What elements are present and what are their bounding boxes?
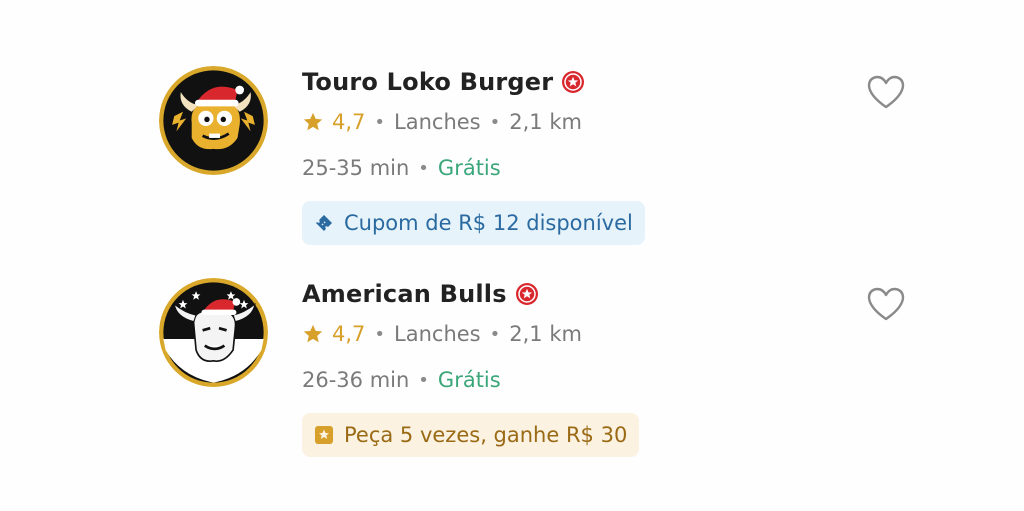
delivery-info: 25-35 min • Grátis	[302, 152, 645, 184]
touro-loko-logo	[159, 66, 268, 175]
separator-dot: •	[489, 323, 501, 345]
separator-dot: •	[418, 157, 429, 179]
restaurant-meta: 4,7 • Lanches • 2,1 km	[302, 318, 639, 350]
restaurant-meta: 4,7 • Lanches • 2,1 km	[302, 106, 645, 138]
star-icon	[302, 323, 324, 345]
loyalty-star-icon	[314, 425, 334, 445]
restaurant-list: Touro Loko Burger 4,7 • Lanches • 2,1 km…	[0, 0, 1024, 511]
delivery-fee: Grátis	[437, 156, 501, 180]
super-restaurant-badge-icon	[561, 70, 585, 94]
delivery-info: 26-36 min • Grátis	[302, 364, 639, 396]
category-label: Lanches	[394, 110, 481, 134]
category-label: Lanches	[394, 322, 481, 346]
distance-label: 2,1 km	[509, 110, 582, 134]
restaurant-card[interactable]: Touro Loko Burger 4,7 • Lanches • 2,1 km…	[0, 0, 1024, 245]
delivery-fee: Grátis	[437, 368, 501, 392]
loyalty-badge[interactable]: Peça 5 vezes, ganhe R$ 30	[302, 413, 640, 457]
restaurant-name[interactable]: American Bulls	[302, 280, 507, 308]
distance-label: 2,1 km	[509, 322, 582, 346]
restaurant-name[interactable]: Touro Loko Burger	[302, 68, 553, 96]
rating-value: 4,7	[332, 110, 366, 134]
delivery-time: 25-35 min	[302, 156, 410, 180]
rating-value: 4,7	[332, 322, 366, 346]
separator-dot: •	[374, 323, 386, 345]
restaurant-card[interactable]: American Bulls 4,7 • Lanches • 2,1 km 26…	[0, 212, 1024, 457]
american-bulls-logo	[159, 278, 268, 387]
super-restaurant-badge-icon	[515, 282, 539, 306]
favorite-heart-icon[interactable]	[866, 74, 906, 110]
delivery-time: 26-36 min	[302, 368, 410, 392]
loyalty-text: Peça 5 vezes, ganhe R$ 30	[344, 423, 628, 447]
star-icon	[302, 111, 324, 133]
separator-dot: •	[489, 111, 501, 133]
separator-dot: •	[374, 111, 386, 133]
favorite-heart-icon[interactable]	[866, 286, 906, 322]
separator-dot: •	[418, 369, 429, 391]
